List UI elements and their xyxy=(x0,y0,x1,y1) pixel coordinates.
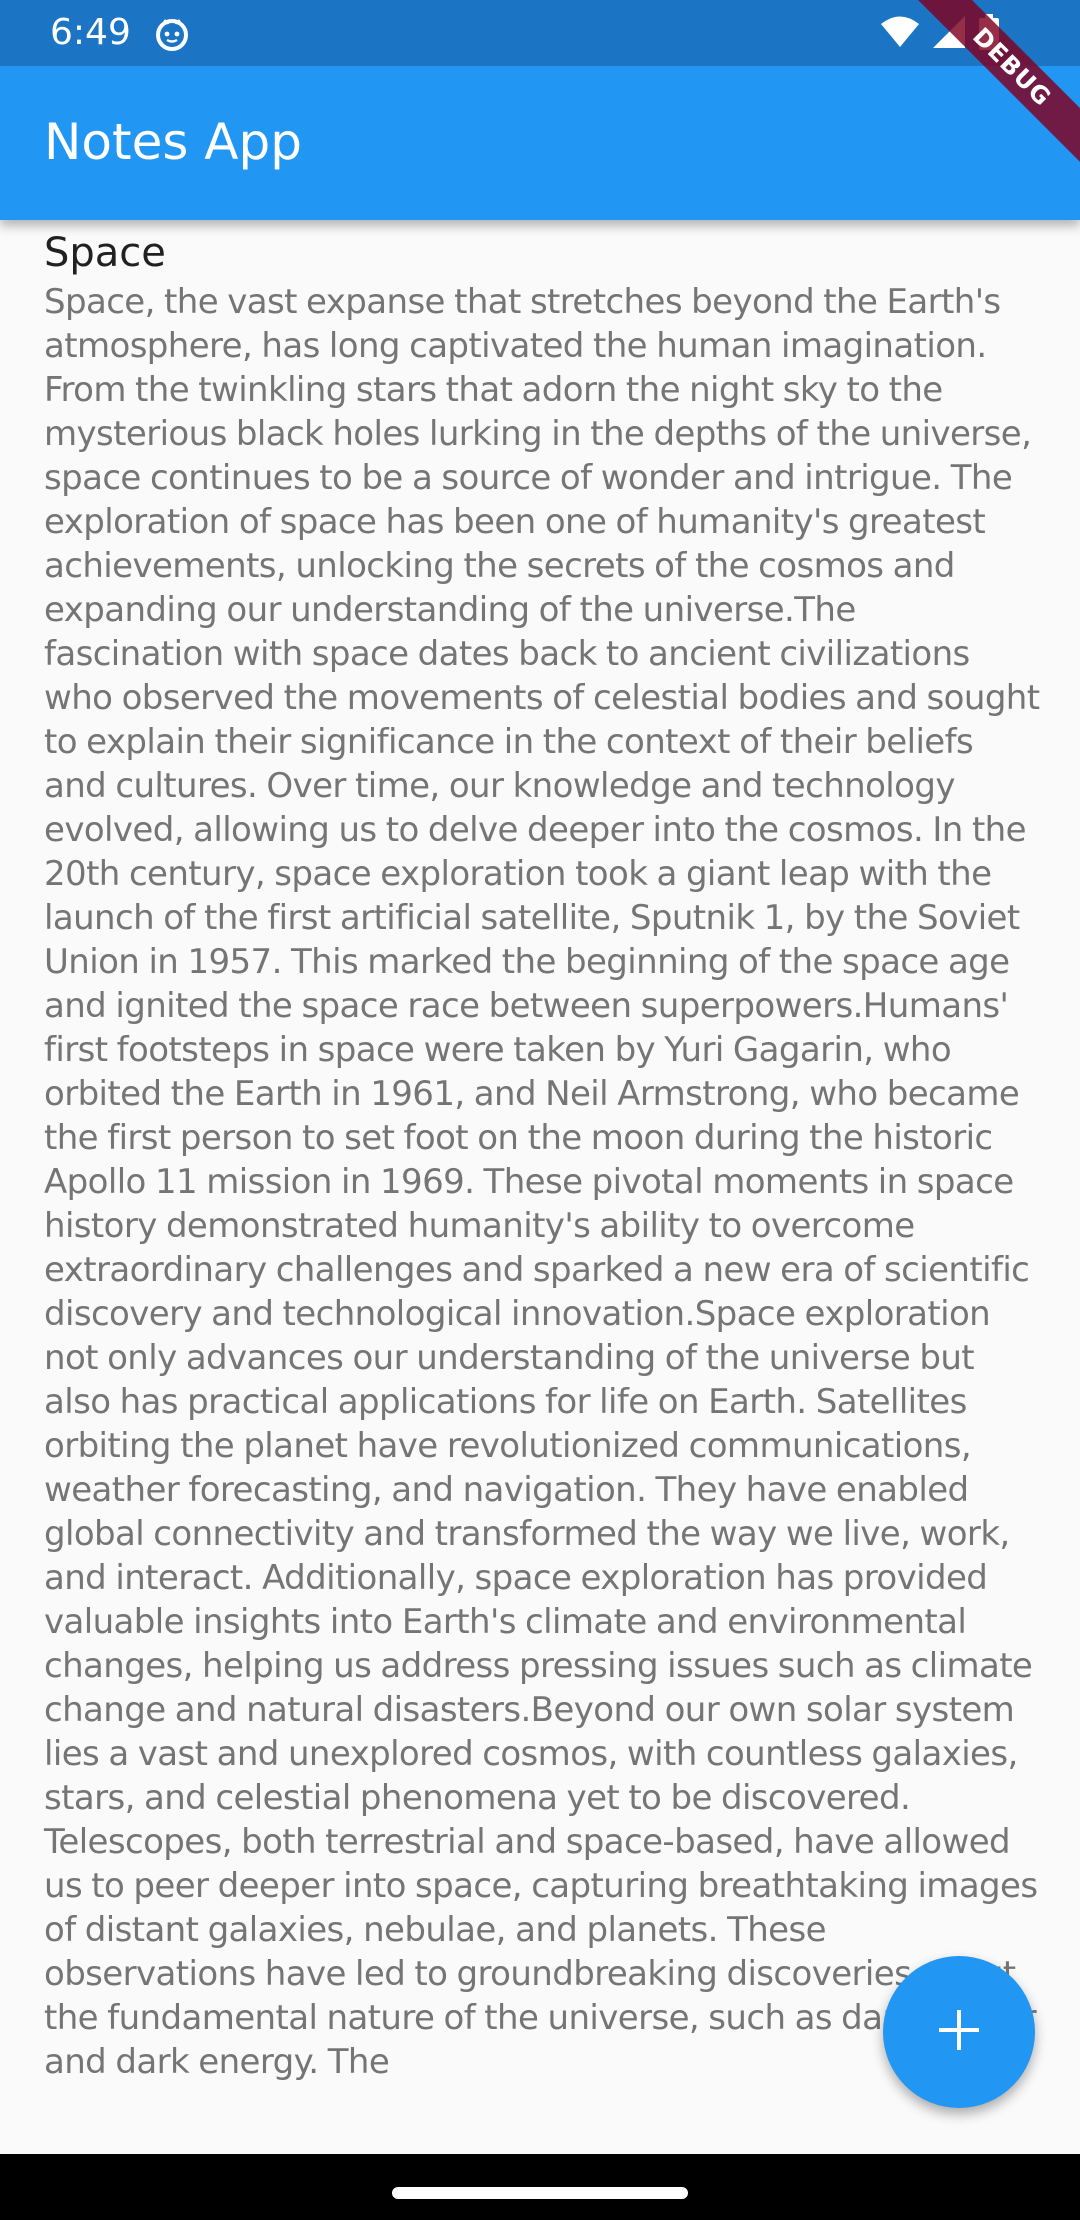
app-title: Notes App xyxy=(44,113,302,171)
app-bar: Notes App xyxy=(0,66,1080,220)
plus-icon xyxy=(937,2008,981,2056)
note-title: Space xyxy=(44,230,166,276)
app-notification-icon xyxy=(154,16,190,52)
system-navigation-bar xyxy=(0,2154,1080,2220)
note-item[interactable]: Space Space, the vast expanse that stret… xyxy=(44,228,1044,2084)
add-note-button[interactable] xyxy=(883,1956,1035,2108)
status-time: 6:49 xyxy=(50,12,131,53)
notes-app-screen: 6:49 DEBUG Notes App Space Space, the va… xyxy=(0,0,1080,2220)
signal-icon xyxy=(932,15,966,53)
battery-icon xyxy=(978,14,1000,54)
wifi-icon xyxy=(880,15,920,53)
note-body: Space, the vast expanse that stretches b… xyxy=(44,282,1040,2082)
gesture-handle[interactable] xyxy=(392,2187,688,2199)
status-icons xyxy=(880,14,1000,54)
status-bar: 6:49 xyxy=(0,0,1080,66)
notes-list[interactable]: Space Space, the vast expanse that stret… xyxy=(0,220,1080,2154)
